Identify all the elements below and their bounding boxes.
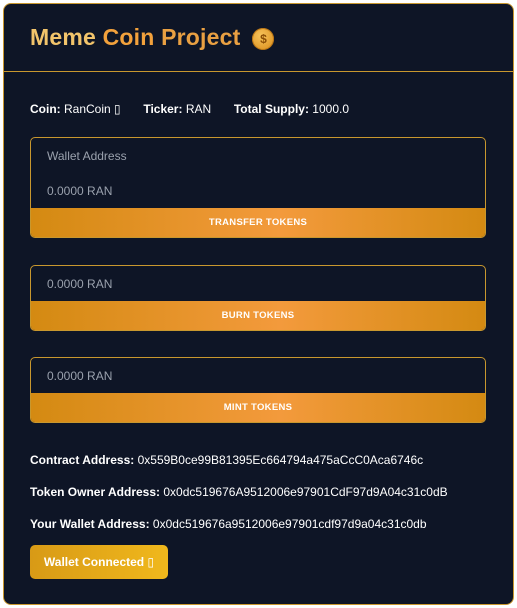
contract-address-row: Contract Address: 0x559B0ce99B81395Ec664… <box>30 453 423 467</box>
coin-label: Coin: <box>30 102 61 116</box>
burn-panel: 0.0000 RAN BURN TOKENS <box>30 265 486 331</box>
coin-icon: $ <box>252 27 275 50</box>
token-info-row: Coin: RanCoin ▯ Ticker: RAN Total Supply… <box>30 102 349 116</box>
title-word-coin: Coin <box>102 24 155 50</box>
transfer-panel: Wallet Address 0.0000 RAN TRANSFER TOKEN… <box>30 137 486 238</box>
total-supply-value: 1000.0 <box>312 102 349 116</box>
contract-address-value: 0x559B0ce99B81395Ec664794a475aCcC0Aca674… <box>137 453 424 467</box>
wallet-address-value: 0x0dc519676a9512006e97901cdf97d9a04c31c0… <box>152 517 427 531</box>
coin-value: RanCoin ▯ <box>64 102 121 116</box>
transfer-amount-input[interactable]: 0.0000 RAN <box>31 173 485 208</box>
total-supply-label: Total Supply: <box>233 102 309 116</box>
header: Meme Coin Project $ <box>4 4 513 72</box>
wallet-connected-button[interactable]: Wallet Connected ▯ <box>30 545 168 579</box>
mint-amount-input[interactable]: 0.0000 RAN <box>31 358 485 393</box>
burn-amount-input[interactable]: 0.0000 RAN <box>31 266 485 301</box>
mint-panel: 0.0000 RAN MINT TOKENS <box>30 357 486 423</box>
title-word-meme: Meme <box>30 24 96 50</box>
contract-address-label: Contract Address: <box>30 453 135 467</box>
mint-tokens-button[interactable]: MINT TOKENS <box>31 393 485 422</box>
owner-address-label: Token Owner Address: <box>30 485 161 499</box>
wallet-address-label: Your Wallet Address: <box>30 517 150 531</box>
title-word-project: Project <box>161 24 241 50</box>
ticker-label: Ticker: <box>143 102 183 116</box>
burn-tokens-button[interactable]: BURN TOKENS <box>31 301 485 330</box>
wallet-address-row: Your Wallet Address: 0x0dc519676a9512006… <box>30 517 427 531</box>
meme-coin-card: Meme Coin Project $ Coin: RanCoin ▯ Tick… <box>3 3 514 605</box>
transfer-tokens-button[interactable]: TRANSFER TOKENS <box>31 208 485 237</box>
ticker-value: RAN <box>185 102 212 116</box>
owner-address-row: Token Owner Address: 0x0dc519676A9512006… <box>30 485 448 499</box>
wallet-address-input[interactable]: Wallet Address <box>31 138 485 173</box>
page-title: Meme Coin Project <box>30 24 240 51</box>
owner-address-value: 0x0dc519676A9512006e97901CdF97d9A04c31c0… <box>163 485 448 499</box>
